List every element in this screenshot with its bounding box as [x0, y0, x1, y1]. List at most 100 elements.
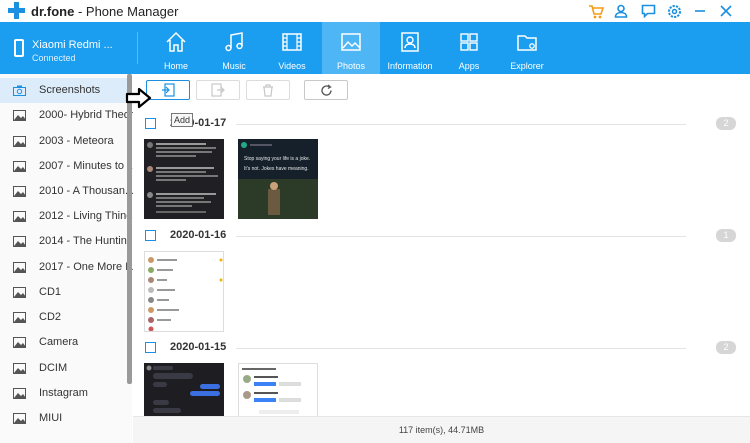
sidebar-item-album[interactable]: 2012 - Living Things — [0, 204, 138, 229]
sidebar-item-label: 2007 - Minutes to ... — [39, 160, 137, 172]
sidebar-item-album[interactable]: CD2 — [0, 305, 128, 330]
sidebar-item-screenshots[interactable]: Screenshots — [0, 78, 128, 103]
album-icon — [13, 413, 26, 424]
nav-divider — [137, 32, 138, 64]
sidebar-item-album[interactable]: Instagram — [0, 381, 128, 406]
group-checkbox[interactable] — [145, 230, 156, 241]
photo-thumbnail[interactable]: Stop saying your life is a joke. It's no… — [238, 139, 318, 219]
date-group-header: 2020-01-16 1 — [145, 228, 740, 244]
group-date: 2020-01-15 — [170, 341, 227, 353]
sidebar-item-album[interactable]: CD1 — [0, 280, 128, 305]
sidebar-scrollbar[interactable] — [127, 74, 132, 384]
contacts-icon — [401, 32, 419, 52]
minimize-icon[interactable] — [691, 2, 709, 20]
sidebar-item-label: 2012 - Living Things — [39, 210, 138, 222]
photo-grid: 2020-01-17 2 Stop saying your life is a … — [133, 106, 750, 416]
nav-home[interactable]: Home — [147, 22, 205, 74]
group-checkbox[interactable] — [145, 342, 156, 353]
album-icon — [13, 186, 26, 197]
album-icon — [13, 287, 26, 298]
title-bar: dr.fone - Phone Manager — [0, 0, 750, 22]
delete-button[interactable] — [246, 80, 290, 100]
sidebar-item-album[interactable]: 2000- Hybrid Theory — [0, 103, 139, 128]
refresh-button[interactable] — [304, 80, 348, 100]
phone-icon — [14, 39, 24, 57]
sidebar-item-label: CD2 — [39, 311, 62, 323]
sidebar-item-album[interactable]: MIUI — [0, 406, 128, 431]
sidebar-item-label: 2003 - Meteora — [39, 135, 114, 147]
album-icon — [13, 262, 26, 273]
album-icon — [13, 312, 26, 323]
group-date: 2020-01-16 — [170, 229, 227, 241]
album-icon — [13, 110, 26, 121]
cart-icon[interactable] — [587, 2, 605, 20]
video-icon — [282, 33, 302, 51]
add-tooltip: Add — [171, 113, 193, 127]
main-navigation: Xiaomi Redmi ... Connected Home Music Vi… — [0, 22, 750, 74]
status-bar: 117 item(s), 44.71MB — [133, 416, 750, 443]
close-icon[interactable] — [717, 2, 735, 20]
nav-photos[interactable]: Photos — [322, 22, 380, 74]
user-icon[interactable] — [612, 2, 630, 20]
nav-explorer[interactable]: Explorer — [498, 22, 556, 74]
meme-caption-1: Stop saying your life is a joke. — [244, 156, 311, 162]
sidebar-item-label: DCIM — [39, 362, 68, 374]
settings-icon[interactable] — [665, 2, 683, 20]
sidebar-item-label: Camera — [39, 336, 79, 348]
device-name: Xiaomi Redmi ... — [32, 39, 113, 51]
nav-information[interactable]: Information — [381, 22, 439, 74]
nav-music[interactable]: Music — [205, 22, 263, 74]
group-divider — [236, 348, 686, 349]
app-module-title: Phone Manager — [85, 4, 179, 19]
home-icon — [166, 31, 186, 52]
date-group-header: 2020-01-15 2 — [145, 340, 740, 356]
feedback-icon[interactable] — [639, 2, 657, 20]
date-group-header: 2020-01-17 2 — [145, 116, 740, 132]
device-panel[interactable]: Xiaomi Redmi ... Connected — [0, 22, 137, 74]
sidebar-item-album[interactable]: 2017 - One More L... — [0, 255, 141, 280]
photo-thumbnail[interactable] — [144, 139, 224, 219]
trash-icon — [263, 83, 273, 97]
sidebar-item-label: Screenshots — [39, 84, 101, 96]
nav-label: Home — [163, 61, 188, 71]
import-icon — [162, 83, 175, 97]
sidebar-item-album[interactable]: DCIM — [0, 356, 128, 381]
group-checkbox[interactable] — [145, 118, 156, 129]
meme-caption-2: It's not. Jokes have meaning. — [244, 166, 309, 172]
export-button[interactable] — [196, 80, 240, 100]
sidebar-item-album[interactable]: 2014 - The Huntin... — [0, 229, 136, 254]
sidebar-item-label: MIUI — [39, 412, 63, 424]
album-sidebar: Screenshots 2000- Hybrid Theory 2003 - M… — [0, 74, 141, 443]
group-count-badge: 2 — [716, 341, 736, 354]
sidebar-item-album[interactable]: 2010 - A Thousan... — [0, 179, 134, 204]
sidebar-item-label: 2010 - A Thousan... — [39, 185, 135, 197]
message-screenshot-image — [146, 365, 220, 413]
drfone-logo-icon — [8, 2, 25, 19]
photo-thumbnail[interactable] — [144, 363, 224, 416]
nav-label: Videos — [278, 61, 306, 71]
nav-label: Explorer — [510, 61, 544, 71]
album-icon — [13, 236, 26, 247]
device-status: Connected — [32, 53, 76, 63]
nav-videos[interactable]: Videos — [263, 22, 321, 74]
camera-icon — [13, 85, 26, 96]
album-icon — [13, 363, 26, 374]
export-icon — [211, 83, 225, 97]
sidebar-item-album[interactable]: 2007 - Minutes to ... — [0, 154, 136, 179]
sidebar-item-label: Instagram — [39, 387, 88, 399]
nav-label: Photos — [336, 61, 366, 71]
photo-thumbnail[interactable] — [144, 251, 224, 332]
group-count-badge: 2 — [716, 117, 736, 130]
photo-icon — [341, 33, 361, 51]
photo-thumbnail[interactable] — [238, 363, 318, 416]
sidebar-item-album[interactable]: Camera — [0, 330, 128, 355]
sidebar-item-label: 2014 - The Huntin... — [39, 235, 137, 247]
sidebar-item-label: 2017 - One More L... — [39, 261, 141, 273]
suggestions-screenshot-image — [242, 368, 301, 414]
photo-toolbar — [133, 74, 750, 106]
nav-apps[interactable]: Apps — [440, 22, 498, 74]
meme-screenshot-image — [238, 139, 318, 219]
refresh-icon — [320, 83, 332, 96]
sidebar-item-album[interactable]: 2003 - Meteora — [0, 129, 128, 154]
group-divider — [236, 124, 686, 125]
